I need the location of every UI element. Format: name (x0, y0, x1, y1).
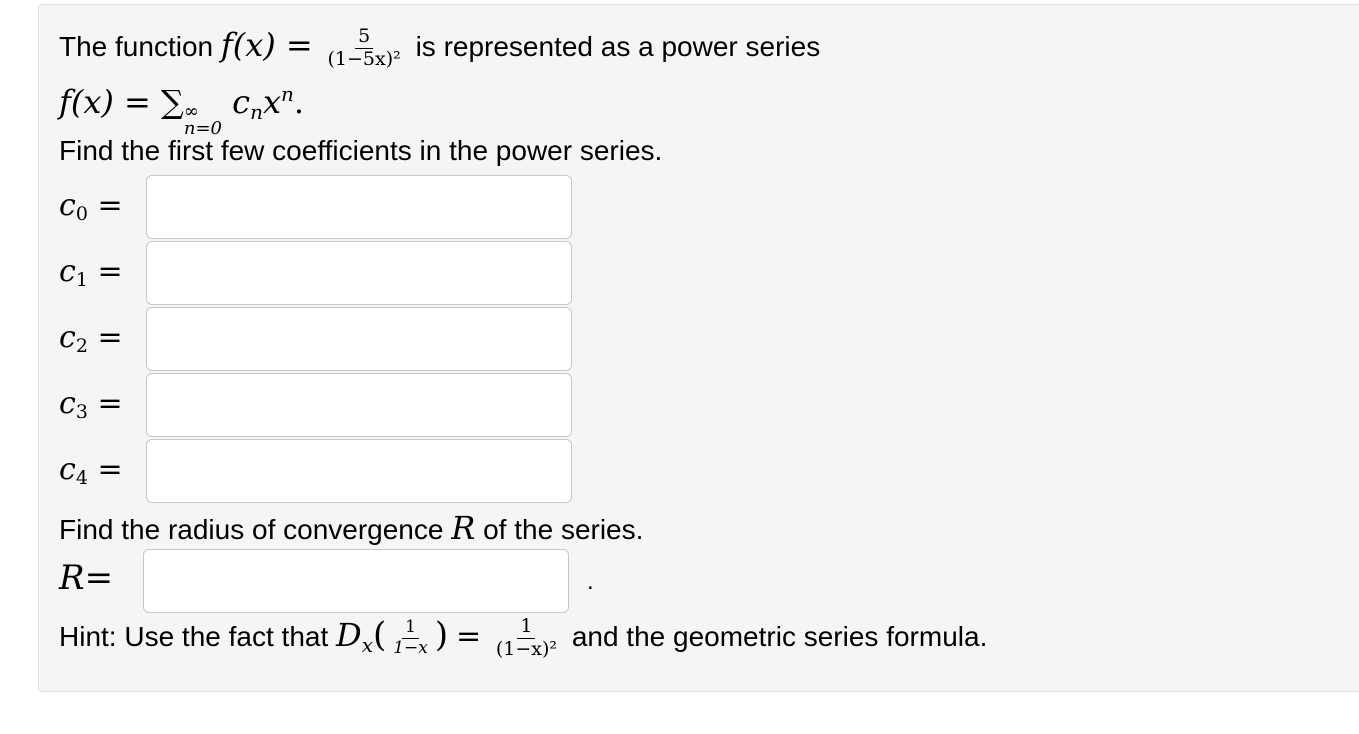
c4-label: c4 = (59, 452, 123, 489)
function-label: f(x) = (220, 26, 313, 64)
series-term-x: x (262, 83, 282, 121)
series-term-exponent: n (281, 82, 294, 106)
c0-label: c0 = (59, 188, 123, 225)
find-coefficients-text: Find the first few coefficients in the p… (59, 135, 663, 166)
function-fraction: 5 (1−5x)² (325, 26, 404, 71)
c0-input[interactable] (146, 175, 572, 239)
series-term-c: c (232, 83, 251, 121)
series-lhs: f(x) = (59, 83, 151, 121)
hint-rhs-fraction: 1 (1−x)² (495, 615, 558, 661)
problem-statement-line: The function f(x) = 5 (1−5x)² is represe… (59, 26, 820, 70)
c1-label: c1 = (59, 254, 123, 291)
hint-inner-fraction: 1 1−x (393, 617, 428, 659)
radius-input[interactable] (143, 549, 569, 613)
sum-symbol: ∑ (161, 83, 184, 121)
intro-tail: is represented as a power series (415, 31, 821, 62)
radius-trailing-period: . (587, 568, 594, 595)
derivative-operator: Dx (336, 616, 373, 657)
fraction-denominator: (1−5x)² (327, 48, 401, 71)
c3-label: c3 = (59, 386, 123, 423)
find-radius-text: Find the radius of convergence R of the … (59, 509, 644, 547)
intro-text: The function (59, 31, 214, 62)
c2-label: c2 = (59, 320, 123, 357)
radius-symbol: R (451, 509, 476, 547)
c3-input[interactable] (146, 373, 572, 437)
series-period: . (293, 83, 305, 121)
c1-input[interactable] (146, 241, 572, 305)
radius-label: R= (59, 558, 114, 598)
c4-input[interactable] (146, 439, 572, 503)
series-definition: f(x) = ∑ ∞ n=0 cnxn. (59, 82, 305, 138)
c2-input[interactable] (146, 307, 572, 371)
fraction-numerator: 5 (355, 26, 374, 50)
series-term-c-index: n (250, 100, 263, 124)
hint-text: Hint: Use the fact that Dx( 1 1−x ) = 1 … (59, 615, 988, 661)
